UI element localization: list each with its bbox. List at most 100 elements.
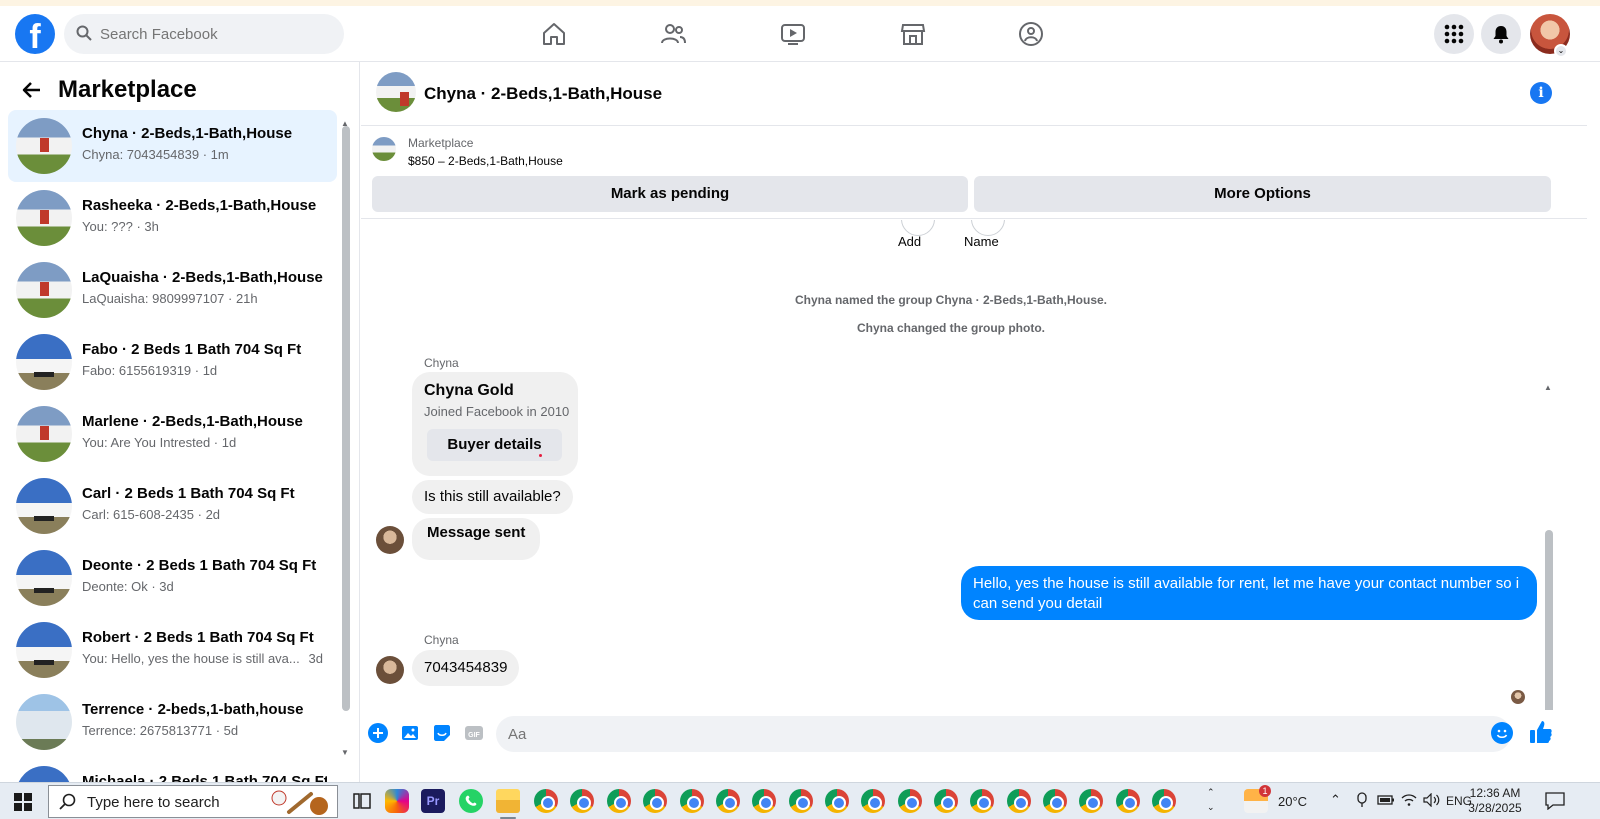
conversation-item[interactable]: Chyna · 2-Beds,1-Bath,House Chyna: 70434… <box>8 110 337 182</box>
conversation-preview: Deonte: Ok · 3d <box>82 579 174 594</box>
video-icon[interactable] <box>775 16 811 52</box>
message-bubble[interactable]: 7043454839 <box>412 650 520 686</box>
conversation-name: Robert · 2 Beds 1 Bath 704 Sq Ft <box>82 629 314 646</box>
sender-avatar[interactable] <box>376 526 404 554</box>
chat-panel: Chyna · 2-Beds,1-Bath,House i Marketplac… <box>361 62 1587 782</box>
facebook-logo[interactable]: f <box>15 14 55 54</box>
message-bubble[interactable]: Is this still available? <box>412 480 573 514</box>
windows-taskbar: Type here to search Pr ⌃ ⌄ 1 20°C ⌃ ENG … <box>0 782 1600 819</box>
conversation-item[interactable]: Robert · 2 Beds 1 Bath 704 Sq Ft You: He… <box>8 614 337 686</box>
chrome-profile-icon[interactable] <box>643 789 667 813</box>
chrome-profile-icon[interactable] <box>1152 789 1176 813</box>
chrome-profile-icon[interactable] <box>1007 789 1031 813</box>
gif-icon[interactable]: GIF <box>463 722 485 744</box>
chrome-profile-icon[interactable] <box>934 789 958 813</box>
sidebar-scrollbar[interactable] <box>342 126 350 711</box>
cursor-dot <box>539 454 542 457</box>
chrome-profile-icon[interactable] <box>752 789 776 813</box>
back-arrow-icon[interactable] <box>20 78 44 102</box>
message-input[interactable] <box>496 716 1511 752</box>
listing-banner: Marketplace $850 – 2-Beds,1-Bath,House M… <box>361 127 1587 219</box>
conversation-item[interactable]: Carl · 2 Beds 1 Bath 704 Sq Ft Carl: 615… <box>8 470 337 542</box>
buyer-joined: Joined Facebook in 2010 <box>424 404 570 419</box>
chrome-profile-icon[interactable] <box>534 789 558 813</box>
chrome-profile-icon[interactable] <box>1116 789 1140 813</box>
system-clock[interactable]: 12:36 AM 3/28/2025 <box>1462 786 1528 816</box>
listing-thumbnail[interactable] <box>372 137 396 161</box>
photo-icon[interactable] <box>399 722 421 744</box>
name-label[interactable]: Name <box>964 234 999 249</box>
chrome-profile-icon[interactable] <box>789 789 813 813</box>
battery-icon[interactable] <box>1377 794 1395 809</box>
chevron-down-icon[interactable]: ⌄ <box>1554 44 1568 58</box>
friends-icon[interactable] <box>655 16 691 52</box>
weather-temperature[interactable]: 20°C <box>1278 794 1307 809</box>
conversation-item[interactable]: LaQuaisha · 2-Beds,1-Bath,House LaQuaish… <box>8 254 337 326</box>
conversation-item[interactable]: Rasheeka · 2-Beds,1-Bath,House You: ??? … <box>8 182 337 254</box>
conversation-item[interactable]: Deonte · 2 Beds 1 Bath 704 Sq Ft Deonte:… <box>8 542 337 614</box>
chrome-profile-icon[interactable] <box>898 789 922 813</box>
conversation-preview: Chyna: 7043454839 · 1m <box>82 147 229 162</box>
notifications-bell-icon[interactable] <box>1481 14 1521 54</box>
show-hidden-icons-chevron-icon[interactable]: ⌃ <box>1330 792 1341 808</box>
add-label[interactable]: Add <box>898 234 921 249</box>
notification-center-icon[interactable] <box>1545 792 1565 813</box>
marketplace-icon[interactable] <box>895 16 931 52</box>
chrome-profile-icon[interactable] <box>570 789 594 813</box>
file-explorer-icon[interactable] <box>496 789 520 813</box>
chrome-profile-icon[interactable] <box>680 789 704 813</box>
chrome-profile-icon[interactable] <box>607 789 631 813</box>
more-options-button[interactable]: More Options <box>974 176 1551 212</box>
meet-now-icon[interactable] <box>1355 792 1369 811</box>
sender-avatar[interactable] <box>376 656 404 684</box>
listing-thumbnail <box>16 118 72 174</box>
conversation-item[interactable]: Fabo · 2 Beds 1 Bath 704 Sq Ft Fabo: 615… <box>8 326 337 398</box>
listing-thumbnail <box>16 190 72 246</box>
copilot-icon[interactable] <box>385 789 409 813</box>
conversation-item[interactable]: Michaela · 2 Beds 1 Bath 704 Sq Ft <box>8 758 337 782</box>
chat-scrollbar[interactable] <box>1545 530 1553 710</box>
home-icon[interactable] <box>536 16 572 52</box>
emoji-icon[interactable] <box>1491 722 1513 744</box>
chrome-profile-icon[interactable] <box>825 789 849 813</box>
clock-date: 3/28/2025 <box>1468 801 1522 815</box>
menu-grid-icon[interactable] <box>1434 14 1474 54</box>
taskbar-search[interactable]: Type here to search <box>48 785 338 818</box>
chrome-profile-icon[interactable] <box>1079 789 1103 813</box>
wifi-icon[interactable] <box>1401 793 1417 810</box>
message-bubble[interactable]: Message sent <box>412 518 541 560</box>
search-box[interactable] <box>64 14 344 54</box>
search-input[interactable] <box>100 14 330 54</box>
conversation-item[interactable]: Terrence · 2-beds,1-bath,house Terrence:… <box>8 686 337 758</box>
chrome-profile-icon[interactable] <box>861 789 885 813</box>
listing-price[interactable]: $850 – 2-Beds,1-Bath,House <box>408 154 563 168</box>
conversation-preview: You: ??? · 3h <box>82 219 159 234</box>
chat-avatar[interactable] <box>376 72 416 112</box>
conversation-preview: LaQuaisha: 9809997107 · 21h <box>82 291 258 306</box>
listing-thumbnail <box>16 766 72 782</box>
scroll-up-arrow-icon[interactable]: ▲ <box>1544 383 1552 392</box>
chat-title[interactable]: Chyna · 2-Beds,1-Bath,House <box>424 84 662 104</box>
chrome-profile-icon[interactable] <box>970 789 994 813</box>
search-highlight-art <box>271 790 331 815</box>
task-view-icon[interactable] <box>350 789 374 813</box>
whatsapp-icon[interactable] <box>459 789 483 813</box>
sticker-icon[interactable] <box>431 722 453 744</box>
info-icon[interactable]: i <box>1530 82 1552 104</box>
groups-icon[interactable] <box>1013 16 1049 52</box>
chrome-profile-icon[interactable] <box>716 789 740 813</box>
scroll-down-arrow-icon[interactable]: ▼ <box>341 748 349 757</box>
thumbs-up-icon[interactable] <box>1529 719 1553 750</box>
windows-start-icon[interactable] <box>14 793 32 816</box>
volume-icon[interactable] <box>1423 792 1441 810</box>
premiere-pro-icon[interactable]: Pr <box>421 789 445 813</box>
my-message-bubble[interactable]: Hello, yes the house is still available … <box>961 566 1537 620</box>
conversation-preview: Carl: 615-608-2435 · 2d <box>82 507 221 522</box>
conversation-item[interactable]: Marlene · 2-Beds,1-Bath,House You: Are Y… <box>8 398 337 470</box>
message-area: Add Name Chyna named the group Chyna · 2… <box>361 220 1587 710</box>
plus-icon[interactable] <box>367 722 389 744</box>
chrome-profile-icon[interactable] <box>1043 789 1067 813</box>
mark-pending-button[interactable]: Mark as pending <box>372 176 968 212</box>
taskbar-scroll-arrows-icon[interactable]: ⌃ ⌄ <box>1207 785 1215 815</box>
buyer-name: Chyna Gold <box>424 382 514 399</box>
